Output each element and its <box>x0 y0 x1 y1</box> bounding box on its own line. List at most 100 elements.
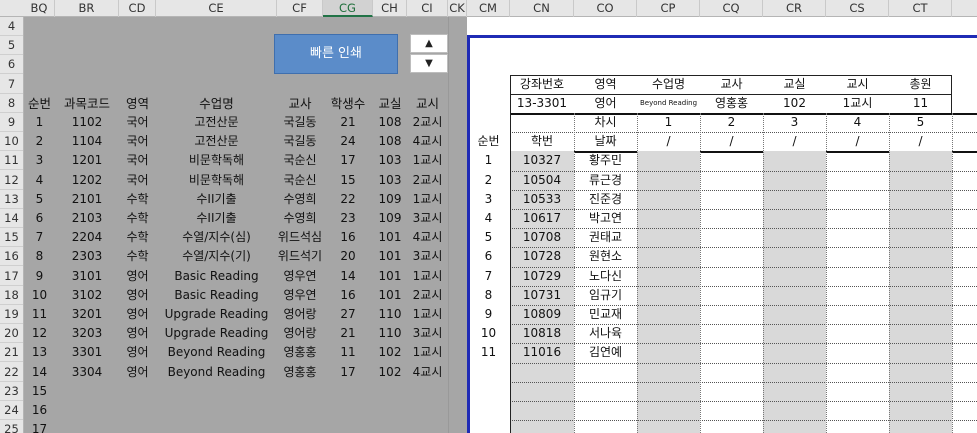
course-seq: 13 <box>31 345 48 359</box>
row-header-17[interactable]: 17 <box>0 267 23 286</box>
student-name: 민교재 <box>588 307 623 321</box>
row-header-9[interactable]: 9 <box>0 113 23 132</box>
grid-row-line <box>510 401 977 402</box>
course-seq: 12 <box>31 326 48 340</box>
course-seq: 1 <box>35 115 44 129</box>
spin-up-button[interactable]: ▲ <box>410 34 448 53</box>
date-slot[interactable]: / <box>700 132 763 151</box>
course-cell: 101 <box>378 230 402 244</box>
triangle-down-icon: ▼ <box>425 58 433 69</box>
course-cell: 27 <box>340 307 356 321</box>
course-cell: 15 <box>340 173 356 187</box>
date-slot[interactable]: / <box>826 132 889 151</box>
course-cell <box>119 382 156 401</box>
row-header-19[interactable]: 19 <box>0 305 23 324</box>
info-header-6: 총원 <box>909 77 932 91</box>
info-box-side-1 <box>951 75 952 113</box>
course-cell: 1교시 <box>412 269 443 283</box>
row-header-4[interactable]: 4 <box>0 17 23 36</box>
row-header-23[interactable]: 23 <box>0 382 23 401</box>
info-value-5: 1교시 <box>842 96 873 110</box>
student-id: 11016 <box>522 345 562 359</box>
row-header-21[interactable]: 21 <box>0 343 23 362</box>
info-value-3: 영홍홍 <box>714 96 749 110</box>
grid-col-line <box>826 113 827 433</box>
column-header-cd[interactable]: CD <box>119 0 156 17</box>
course-cell: 국길동 <box>283 115 317 129</box>
student-seq: 1 <box>484 153 493 167</box>
column-header-ct[interactable]: CT <box>889 0 952 17</box>
row-header-22[interactable]: 22 <box>0 363 23 382</box>
column-header-cn[interactable]: CN <box>510 0 574 17</box>
row-header-24[interactable]: 24 <box>0 401 23 420</box>
course-seq: 10 <box>31 288 48 302</box>
triangle-up-icon: ▲ <box>425 38 433 49</box>
grid-row-line <box>510 382 977 383</box>
course-cell: 2101 <box>71 192 103 206</box>
row-header-7[interactable]: 7 <box>0 75 23 94</box>
student-name: 권태교 <box>588 230 623 244</box>
row-header-bar: 4 5 6 7 8 9 10 11 12 13 14 15 16 17 18 19 20 21 22 23 24 25 <box>0 17 24 433</box>
course-seq: 3 <box>35 153 44 167</box>
student-id: 10731 <box>522 288 562 302</box>
column-header-ci[interactable]: CI <box>407 0 448 17</box>
column-header-ch[interactable]: CH <box>373 0 407 17</box>
row-header-10[interactable]: 10 <box>0 132 23 151</box>
date-slot[interactable]: / <box>763 132 826 151</box>
course-cell <box>277 382 323 401</box>
course-seq: 4 <box>35 173 44 187</box>
column-header-bq[interactable]: BQ <box>24 0 55 17</box>
row-header-11[interactable]: 11 <box>0 151 23 170</box>
row-header-6[interactable]: 6 <box>0 55 23 74</box>
course-cell <box>277 420 323 433</box>
row-header-20[interactable]: 20 <box>0 324 23 343</box>
info-value-0: 13-3301 <box>516 96 568 110</box>
date-slot[interactable]: / <box>889 132 952 151</box>
course-cell: 3교시 <box>412 249 443 263</box>
course-cell: 수II기출 <box>196 192 237 206</box>
course-cell <box>119 401 156 420</box>
course-cell: 109 <box>378 211 402 225</box>
column-header-cr[interactable]: CR <box>763 0 826 17</box>
row-header-14[interactable]: 14 <box>0 209 23 228</box>
column-header-cp[interactable]: CP <box>637 0 700 17</box>
course-cell: 102 <box>378 345 402 359</box>
date-slot[interactable]: / <box>637 132 700 151</box>
ck-column-strip <box>448 17 467 433</box>
column-header-ck[interactable]: CK <box>448 0 467 17</box>
column-header-br[interactable]: BR <box>55 0 119 17</box>
course-cell: 수영희 <box>283 192 317 206</box>
row-header-25[interactable]: 25 <box>0 420 23 433</box>
course-cell: 11 <box>340 345 356 359</box>
row-header-12[interactable]: 12 <box>0 171 23 190</box>
column-header-co[interactable]: CO <box>574 0 637 17</box>
date-label: 날짜 <box>594 134 617 148</box>
row-header-8[interactable]: 8 <box>0 94 23 113</box>
spin-down-button[interactable]: ▼ <box>410 54 448 73</box>
grid-row-line <box>510 420 977 421</box>
student-seq: 11 <box>480 345 497 359</box>
row-header-13[interactable]: 13 <box>0 190 23 209</box>
seq-col-header: 순번 <box>477 134 500 148</box>
row-header-18[interactable]: 18 <box>0 286 23 305</box>
grid-shade-column <box>637 151 700 433</box>
course-cell: 21 <box>340 115 356 129</box>
row-header-15[interactable]: 15 <box>0 228 23 247</box>
quick-print-button[interactable]: 빠른 인쇄 <box>274 34 398 74</box>
column-header-ce[interactable]: CE <box>156 0 277 17</box>
course-cell: 고전산문 <box>194 115 239 129</box>
course-cell: 국순신 <box>283 173 317 187</box>
column-header-cm[interactable]: CM <box>467 0 510 17</box>
column-header-cs[interactable]: CS <box>826 0 889 17</box>
column-header-cf[interactable]: CF <box>277 0 323 17</box>
course-cell: 국어 <box>126 115 149 129</box>
row-header-16[interactable]: 16 <box>0 247 23 266</box>
course-seq: 15 <box>31 384 48 398</box>
course-cell: 101 <box>378 249 402 263</box>
row-header-5[interactable]: 5 <box>0 36 23 55</box>
column-header-cg[interactable]: CG <box>323 0 373 17</box>
course-cell: 비문학독해 <box>188 173 245 187</box>
column-header-cq[interactable]: CQ <box>700 0 763 17</box>
course-cell: 102 <box>378 365 402 379</box>
student-seq: 2 <box>484 173 493 187</box>
